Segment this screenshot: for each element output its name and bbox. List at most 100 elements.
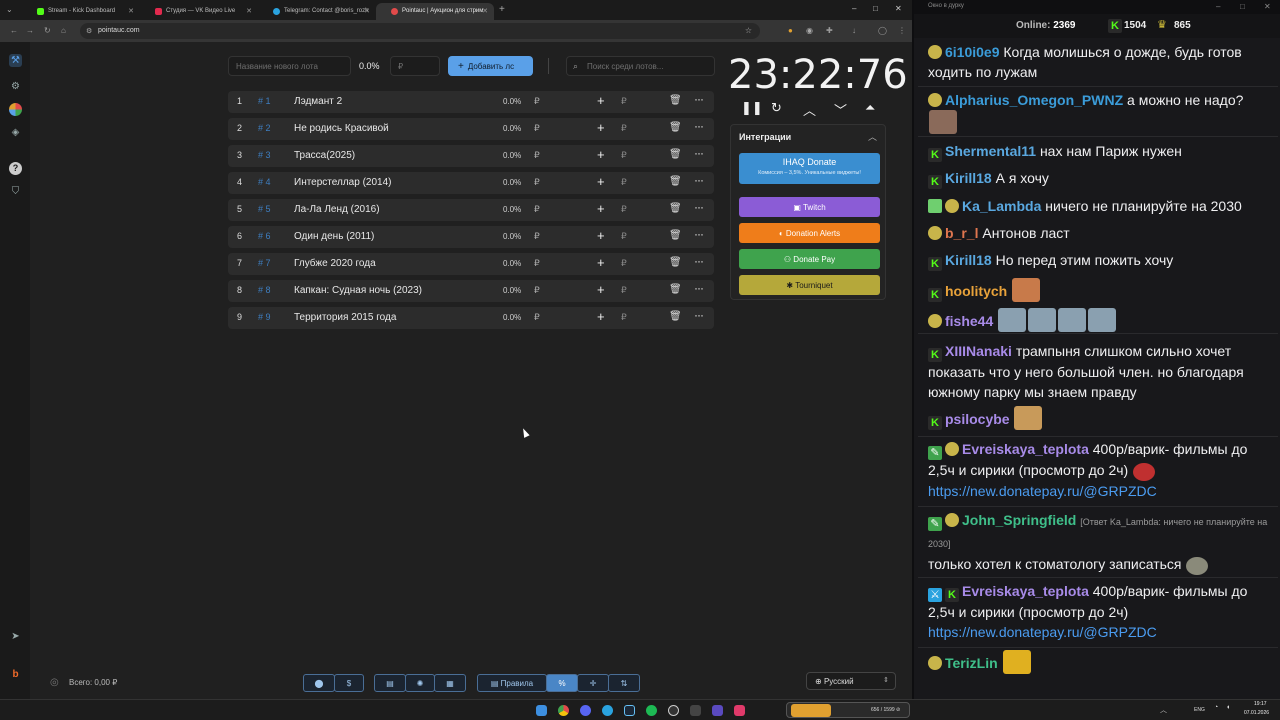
lot-name[interactable]: Интерстеллар (2014) xyxy=(294,177,391,188)
tray-chevron-icon[interactable]: ︿ xyxy=(1160,705,1167,715)
spotify-icon[interactable] xyxy=(646,705,657,716)
tab-kick[interactable]: Stream - Kick Dashboard ✕ xyxy=(22,3,140,20)
chat-username[interactable]: hoolitych xyxy=(945,283,1007,299)
lot-add-input[interactable]: ₽ xyxy=(621,204,627,215)
add-amount-icon[interactable]: + xyxy=(597,93,605,108)
tab-pointauc[interactable]: Pointauc | Аукцион для стрим ✕ xyxy=(376,3,494,20)
chat-maximize-button[interactable]: □ xyxy=(1240,2,1245,11)
close-tab-icon[interactable]: ✕ xyxy=(482,7,488,15)
chat-username[interactable]: Evreiskaya_teplota xyxy=(962,441,1089,457)
lot-row[interactable]: 9 # 9 Территория 2015 года 0.0% ₽ + ₽ 🗑 ··· xyxy=(228,307,714,329)
app-icon[interactable] xyxy=(734,705,745,716)
add-amount-icon[interactable]: + xyxy=(597,120,605,135)
more-icon[interactable]: ··· xyxy=(694,281,704,295)
trash-icon[interactable]: 🗑 xyxy=(669,311,682,322)
lot-add-input[interactable]: ₽ xyxy=(621,177,627,188)
tab-search-icon[interactable]: ⌄ xyxy=(6,5,13,14)
align-button[interactable]: ✛ xyxy=(577,674,609,692)
trash-icon[interactable]: 🗑 xyxy=(669,176,682,187)
chat-username[interactable]: XIIINanaki xyxy=(945,343,1012,359)
lot-amount[interactable]: ₽ xyxy=(534,285,540,296)
chat-username[interactable]: Evreiskaya_teplota xyxy=(962,583,1089,599)
boosty-icon[interactable]: b xyxy=(9,668,22,681)
help-icon[interactable]: ? xyxy=(9,162,22,175)
tourniquet-button[interactable]: ✱ Tourniquet xyxy=(739,275,880,295)
url-input[interactable]: ⚙ pointauc.com ☆ xyxy=(80,23,760,39)
lot-name[interactable]: Глубже 2020 года xyxy=(294,258,376,269)
start-icon[interactable] xyxy=(536,705,547,716)
more-icon[interactable]: ··· xyxy=(694,308,704,322)
pause-icon[interactable]: ❚❚ xyxy=(741,100,763,116)
auction-icon[interactable]: ⚒ xyxy=(9,54,22,67)
search-lots-input[interactable]: ⌕ Поиск среди лотов... xyxy=(566,56,715,76)
add-amount-icon[interactable]: + xyxy=(597,147,605,162)
back-icon[interactable]: ← xyxy=(10,26,18,35)
tab-telegram[interactable]: Telegram: Contact @boris_rozh ✕ xyxy=(258,3,376,20)
extensions-puzzle-icon[interactable]: ✚ xyxy=(826,26,833,35)
lot-add-input[interactable]: ₽ xyxy=(621,285,627,296)
message-link[interactable]: https://new.donatepay.ru/@GRPZDC xyxy=(928,624,1157,640)
reload-icon[interactable]: ↻ xyxy=(44,26,51,35)
lot-name[interactable]: Территория 2015 года xyxy=(294,312,396,323)
trash-icon[interactable]: 🗑 xyxy=(669,284,682,295)
close-tab-icon[interactable]: ✕ xyxy=(246,7,252,15)
add-amount-icon[interactable]: + xyxy=(597,309,605,324)
chat-username[interactable]: TerizLin xyxy=(945,655,998,671)
lot-row[interactable]: 4 # 4 Интерстеллар (2014) 0.0% ₽ + ₽ 🗑 ··· xyxy=(228,172,714,194)
lot-name[interactable]: Капкан: Судная ночь (2023) xyxy=(294,285,422,296)
lot-amount[interactable]: ₽ xyxy=(534,177,540,188)
maximize-button[interactable]: □ xyxy=(873,4,878,13)
forward-icon[interactable]: → xyxy=(26,26,34,35)
lot-name[interactable]: Не родись Красивой xyxy=(294,123,389,134)
trash-icon[interactable]: 🗑 xyxy=(669,230,682,241)
obs-icon[interactable] xyxy=(668,705,679,716)
lot-amount[interactable]: ₽ xyxy=(534,312,540,323)
settings-icon[interactable]: ⚙ xyxy=(9,80,22,93)
trash-icon[interactable]: 🗑 xyxy=(669,122,682,133)
gift-button[interactable]: ▦ xyxy=(434,674,466,692)
add-amount-icon[interactable]: + xyxy=(597,228,605,243)
lot-amount[interactable]: ₽ xyxy=(534,204,540,215)
volume-icon[interactable]: ◖ xyxy=(1226,704,1230,711)
trash-icon[interactable]: 🗑 xyxy=(669,257,682,268)
lot-row[interactable]: 3 # 3 Трасса(2025) 0.0% ₽ + ₽ 🗑 ··· xyxy=(228,145,714,167)
chat-username[interactable]: Shermental11 xyxy=(945,143,1036,159)
clock-date[interactable]: 07.01.2026 xyxy=(1244,710,1269,716)
add-amount-icon[interactable]: + xyxy=(597,201,605,216)
lot-row[interactable]: 6 # 6 Один день (2011) 0.0% ₽ + ₽ 🗑 ··· xyxy=(228,226,714,248)
discord-icon[interactable] xyxy=(580,705,591,716)
amount-input[interactable]: ₽ xyxy=(390,56,440,76)
lot-row[interactable]: 5 # 5 Ла-Ла Ленд (2016) 0.0% ₽ + ₽ 🗑 ··· xyxy=(228,199,714,221)
message-link[interactable]: https://new.donatepay.ru/@GRPZDC xyxy=(928,483,1157,499)
notes-button[interactable]: ▤ xyxy=(374,674,406,692)
profile-icon[interactable]: ◯ xyxy=(878,26,887,35)
github-button[interactable]: ⬤ xyxy=(303,674,335,692)
ihaq-donate-button[interactable]: IHAQ Donate Комиссия – 3,5%. Уникальные … xyxy=(739,153,880,184)
extension-icon[interactable]: ◉ xyxy=(806,26,813,35)
add-amount-icon[interactable]: + xyxy=(597,174,605,189)
tab-vk[interactable]: Студия — VK Видео Live ✕ xyxy=(140,3,258,20)
app-icon[interactable] xyxy=(690,705,701,716)
lot-name[interactable]: Лэдмант 2 xyxy=(294,96,342,107)
lot-amount[interactable]: ₽ xyxy=(534,258,540,269)
app-icon[interactable] xyxy=(712,705,723,716)
minimize-button[interactable]: – xyxy=(852,4,856,13)
chat-username[interactable]: John_Springfield xyxy=(962,512,1076,528)
chat-username[interactable]: fishe44 xyxy=(945,313,993,329)
home-icon[interactable]: ⌂ xyxy=(61,26,66,35)
lot-name[interactable]: Ла-Ла Ленд (2016) xyxy=(294,204,380,215)
add-amount-icon[interactable]: + xyxy=(597,282,605,297)
clock-time[interactable]: 19:17 xyxy=(1254,701,1267,707)
extension-icon[interactable]: ● xyxy=(788,26,793,35)
lot-row[interactable]: 2 # 2 Не родись Красивой 0.0% ₽ + ₽ 🗑 ··· xyxy=(228,118,714,140)
lot-add-input[interactable]: ₽ xyxy=(621,258,627,269)
steam-icon[interactable] xyxy=(624,705,635,716)
collapse-icon[interactable]: ︿ xyxy=(868,130,877,143)
trash-icon[interactable]: 🗑 xyxy=(669,203,682,214)
new-tab-button[interactable]: + xyxy=(499,4,505,15)
new-lot-input[interactable]: Название нового лота xyxy=(228,56,351,76)
add-lot-button[interactable]: + Добавить лс xyxy=(448,56,533,76)
wheel-icon[interactable] xyxy=(9,103,22,116)
more-icon[interactable]: ··· xyxy=(694,119,704,133)
more-icon[interactable]: ··· xyxy=(694,173,704,187)
